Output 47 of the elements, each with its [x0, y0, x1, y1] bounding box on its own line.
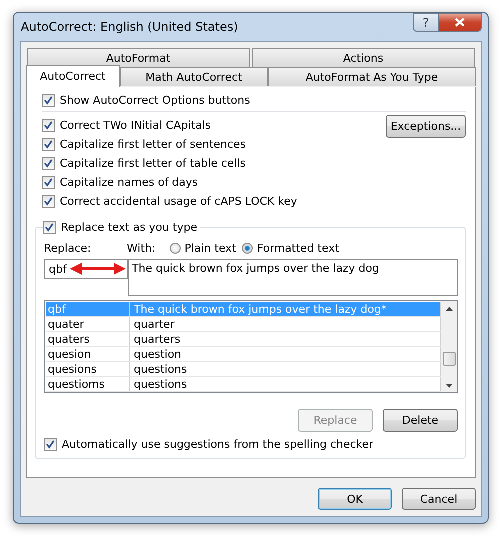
checkbox[interactable]: [42, 94, 55, 107]
radio-label[interactable]: Formatted text: [257, 242, 340, 254]
checkbox-label[interactable]: Automatically use suggestions from the spelling checker: [62, 438, 374, 451]
checkbox-label[interactable]: Show AutoCorrect Options buttons: [60, 94, 250, 107]
table-cell: quaters: [46, 332, 130, 346]
help-button[interactable]: ?: [413, 13, 439, 32]
tab[interactable]: Math AutoCorrect: [120, 67, 268, 86]
tab[interactable]: AutoCorrect: [26, 65, 120, 87]
checkbox[interactable]: [42, 176, 55, 189]
radio-button[interactable]: [242, 242, 254, 254]
dialog-button[interactable]: Cancel: [402, 488, 476, 510]
table-cell: quesion: [46, 347, 130, 361]
checkbox[interactable]: [42, 138, 55, 151]
checkbox-label[interactable]: Capitalize first letter of table cells: [60, 157, 246, 170]
checkbox-label[interactable]: Replace text as you type: [61, 220, 198, 234]
checkbox-label[interactable]: Correct TWo INitial CApitals: [60, 119, 212, 132]
checkbox[interactable]: [42, 157, 55, 170]
checkbox[interactable]: [42, 119, 55, 132]
double-headed-arrow: [70, 263, 126, 275]
table-cell: qbf: [46, 302, 130, 316]
checkbox[interactable]: [43, 220, 56, 234]
tab[interactable]: AutoFormat As You Type: [268, 67, 476, 86]
tab[interactable]: Actions: [252, 48, 475, 67]
table-cell: quater: [46, 317, 130, 331]
checkbox-label[interactable]: Capitalize names of days: [60, 176, 198, 189]
dialog-button[interactable]: OK: [318, 488, 392, 510]
scrollbar[interactable]: [441, 301, 457, 392]
checkbox[interactable]: [42, 195, 55, 208]
window-title: AutoCorrect: English (United States): [20, 20, 238, 34]
scroll-up-icon[interactable]: [446, 307, 452, 311]
exceptions-button[interactable]: Exceptions...: [386, 115, 466, 138]
checkbox[interactable]: [44, 438, 57, 451]
checkbox-label[interactable]: Correct accidental usage of cAPS LOCK key: [60, 195, 298, 208]
table-cell: questioms: [46, 377, 130, 391]
tab[interactable]: AutoFormat: [27, 48, 250, 67]
radio-label[interactable]: Plain text: [184, 242, 236, 254]
table-cell: quesions: [46, 362, 130, 376]
replace-label: Replace:: [44, 242, 92, 254]
with-field[interactable]: The quick brown fox jumps over the lazy dog: [128, 259, 458, 296]
radio-button[interactable]: [170, 242, 181, 254]
close-icon[interactable]: [455, 18, 465, 27]
close-button[interactable]: [439, 13, 482, 32]
checkbox-label[interactable]: Capitalize first letter of sentences: [60, 138, 246, 151]
with-label: With:: [127, 242, 156, 254]
scroll-down-icon[interactable]: [446, 384, 452, 388]
scroll-thumb[interactable]: [442, 352, 456, 366]
list-button[interactable]: Delete: [383, 409, 458, 432]
